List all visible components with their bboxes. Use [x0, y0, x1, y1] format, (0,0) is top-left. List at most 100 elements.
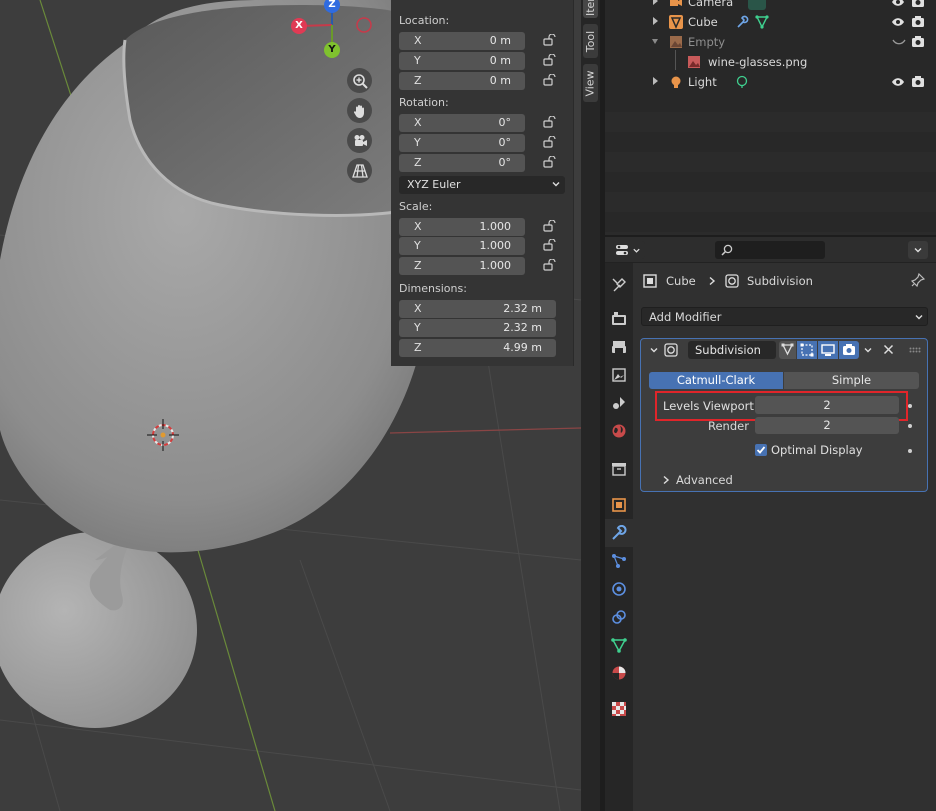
lock-icon[interactable] — [543, 259, 557, 271]
on-cage-icon — [800, 343, 814, 357]
image-icon — [688, 56, 700, 68]
scale-z-field[interactable]: Z 1.000 — [399, 257, 525, 275]
catmull-clark-tab[interactable]: Catmull-Clark — [649, 372, 783, 389]
edit-mode-toggle[interactable] — [779, 341, 796, 359]
gizmo-y-axis[interactable]: Y — [324, 42, 340, 58]
rotation-mode-select[interactable]: XYZ Euler — [399, 176, 565, 194]
location-z-field[interactable]: Z0 m — [399, 72, 525, 90]
simple-tab[interactable]: Simple — [784, 372, 919, 389]
constraints-icon[interactable] — [611, 609, 627, 625]
location-x-field[interactable]: X0 m — [399, 32, 525, 50]
render-toggle[interactable] — [839, 341, 859, 359]
outliner-row-light[interactable]: Light — [605, 72, 936, 92]
zoom-icon[interactable] — [347, 68, 372, 93]
editor-type-button[interactable] — [613, 241, 645, 259]
optimal-display-checkbox[interactable] — [755, 444, 767, 456]
outliner-row-cube[interactable]: Cube — [605, 12, 936, 32]
render-camera-icon[interactable] — [911, 75, 925, 88]
eye-icon[interactable] — [891, 76, 905, 88]
tab-view[interactable]: View — [583, 64, 598, 102]
rotation-x-field[interactable]: X 0° — [399, 114, 525, 132]
scale-y-field[interactable]: Y 1.000 — [399, 237, 525, 255]
output-icon[interactable] — [611, 339, 627, 355]
pin-icon[interactable] — [911, 273, 925, 287]
render-camera-icon[interactable] — [911, 0, 925, 8]
close-icon[interactable] — [883, 344, 894, 355]
tool-icon[interactable] — [611, 277, 627, 293]
chevron-right-icon — [663, 475, 670, 485]
collection-icon[interactable] — [611, 461, 627, 477]
dimensions-y-field[interactable]: Y 2.32 m — [399, 319, 556, 337]
render-camera-icon[interactable] — [911, 15, 925, 28]
outliner-row-empty[interactable]: Empty — [605, 32, 936, 52]
render-camera-icon[interactable] — [911, 35, 925, 48]
collapse-arrow-icon[interactable] — [651, 36, 659, 46]
eye-icon[interactable] — [891, 16, 905, 28]
mesh-data-icon[interactable] — [611, 637, 627, 653]
outliner-row-camera[interactable]: Camera — [605, 0, 936, 12]
lock-icon[interactable] — [543, 34, 557, 46]
lock-icon[interactable] — [543, 54, 557, 66]
wrench-icon[interactable] — [735, 15, 749, 29]
modifier-name-input[interactable]: Subdivision — [688, 341, 776, 359]
outliner: Camera Cube Empty wine-glasses.png Light — [605, 0, 936, 235]
camera-data-icon[interactable] — [748, 0, 766, 10]
on-cage-toggle[interactable] — [797, 341, 817, 359]
keyframe-dot[interactable] — [908, 424, 912, 428]
light-object-icon — [671, 76, 681, 88]
search-input[interactable] — [715, 241, 825, 259]
object-icon[interactable] — [611, 497, 627, 513]
sidebar-item-panel: Location: X0 m Y0 m Z0 m Rotation: X 0° Y… — [391, 0, 574, 366]
rotation-y-field[interactable]: Y 0° — [399, 134, 525, 152]
lock-icon[interactable] — [543, 74, 557, 86]
lock-icon[interactable] — [543, 156, 557, 168]
levels-viewport-label: Levels Viewport — [663, 399, 754, 413]
gizmo-x-axis[interactable]: X — [291, 18, 307, 34]
scale-x-field[interactable]: X 1.000 — [399, 218, 525, 236]
render-icon[interactable] — [611, 311, 627, 327]
keyframe-dot[interactable] — [908, 404, 912, 408]
mesh-data-icon[interactable] — [755, 15, 769, 29]
location-y-field[interactable]: Y0 m — [399, 52, 525, 70]
dimensions-x-field[interactable]: X 2.32 m — [399, 300, 556, 318]
location-label: Location: — [399, 14, 450, 27]
lock-icon[interactable] — [543, 220, 557, 232]
levels-viewport-field[interactable]: 2 — [755, 396, 899, 414]
add-modifier-dropdown[interactable]: Add Modifier — [641, 307, 928, 326]
particles-icon[interactable] — [611, 553, 627, 569]
realtime-toggle[interactable] — [818, 341, 838, 359]
light-data-icon[interactable] — [735, 75, 749, 89]
camera-icon — [843, 344, 855, 355]
world-icon[interactable] — [611, 423, 627, 439]
chevron-down-icon[interactable] — [863, 345, 873, 355]
tab-tool[interactable]: Tool — [583, 24, 598, 58]
keyframe-dot[interactable] — [908, 449, 912, 453]
collapse-arrow-icon[interactable] — [649, 345, 659, 355]
lock-icon[interactable] — [543, 136, 557, 148]
physics-icon[interactable] — [611, 581, 627, 597]
camera-icon[interactable] — [347, 128, 372, 153]
render-levels-field[interactable]: 2 — [755, 417, 899, 434]
outliner-row-image[interactable]: wine-glasses.png — [605, 52, 936, 72]
lock-icon[interactable] — [543, 239, 557, 251]
drag-handle-icon[interactable] — [909, 347, 921, 353]
expand-arrow-icon[interactable] — [651, 16, 659, 26]
tab-item[interactable]: Item — [583, 0, 598, 18]
options-dropdown[interactable] — [908, 241, 928, 259]
expand-arrow-icon[interactable] — [651, 0, 659, 6]
eye-closed-icon[interactable] — [892, 38, 906, 46]
perspective-grid-icon[interactable] — [347, 158, 372, 183]
rotation-z-field[interactable]: Z 0° — [399, 154, 525, 172]
dimensions-label: Dimensions: — [399, 282, 467, 295]
material-icon[interactable] — [611, 665, 627, 681]
dimensions-z-field[interactable]: Z 4.99 m — [399, 339, 556, 357]
advanced-subpanel[interactable]: Advanced — [661, 472, 781, 488]
expand-arrow-icon[interactable] — [651, 76, 659, 86]
scene-icon[interactable] — [611, 395, 627, 411]
eye-icon[interactable] — [891, 0, 905, 8]
tab-modifiers[interactable] — [605, 519, 633, 547]
view-layer-icon[interactable] — [611, 367, 627, 383]
texture-icon[interactable] — [611, 701, 627, 717]
lock-icon[interactable] — [543, 116, 557, 128]
hand-icon[interactable] — [347, 98, 372, 123]
